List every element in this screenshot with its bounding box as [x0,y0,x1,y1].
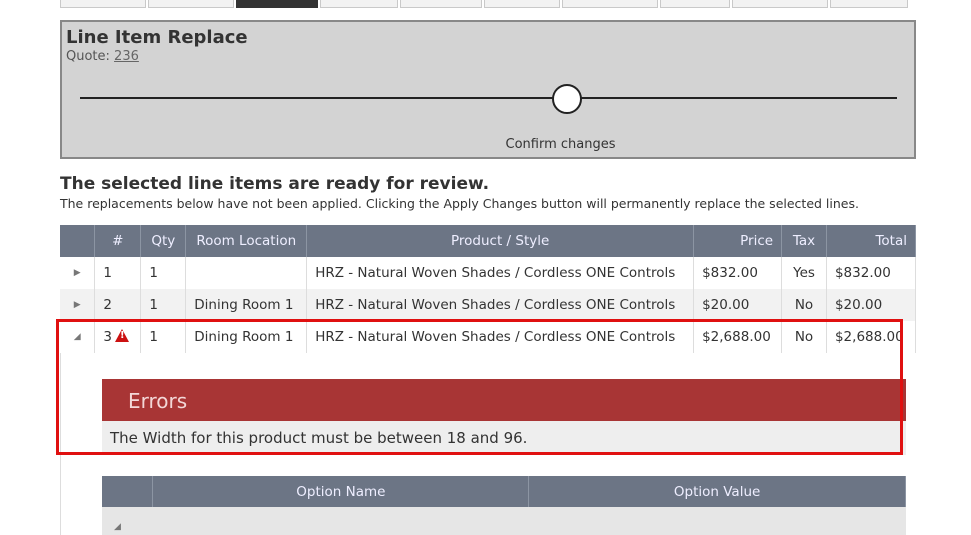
error-highlight-box [56,319,903,455]
wizard-title: Line Item Replace [66,27,248,48]
option-name-cell [152,507,529,535]
quote-link[interactable]: 236 [114,49,139,64]
cell-room: Dining Room 1 [185,289,308,321]
wizard-tab[interactable] [400,0,482,8]
table-header-row: # Qty Room Location Product / Style Pric… [60,225,917,257]
cell-total: $20.00 [826,289,917,321]
cell-number: 1 [94,257,142,289]
wizard-tab[interactable] [320,0,398,8]
cell-qty: 1 [140,257,187,289]
options-table: Option Name Option Value ◢ [102,476,906,535]
col-price[interactable]: Price [693,225,783,257]
cell-total: $832.00 [826,257,917,289]
col-total[interactable]: Total [826,225,917,257]
wizard-tab[interactable] [830,0,908,8]
wizard-tab[interactable] [562,0,658,8]
step-label: Confirm changes [505,137,616,152]
expand-triangle-icon[interactable]: ▶ [60,289,96,321]
col-option-name[interactable]: Option Name [152,476,530,507]
col-tax[interactable]: Tax [781,225,827,257]
cell-price: $832.00 [693,257,783,289]
wizard-panel: Line Item Replace Quote: 236 Confirm cha… [60,20,916,159]
cell-tax: No [781,289,827,321]
col-expand [60,225,96,257]
wizard-tab[interactable] [732,0,828,8]
col-options-expand [102,476,154,507]
review-subtitle: The replacements below have not been app… [60,196,859,211]
expand-triangle-icon[interactable]: ▶ [60,257,96,289]
wizard-tab[interactable] [60,0,146,8]
cell-room [185,257,308,289]
progress-step-indicator[interactable] [552,84,582,114]
table-row[interactable]: ▶ 2 1 Dining Room 1 HRZ - Natural Woven … [60,289,917,321]
wizard-tab[interactable] [484,0,560,8]
review-title: The selected line items are ready for re… [60,174,490,194]
quote-line: Quote: 236 [66,49,139,64]
wizard-tab-active[interactable] [236,0,318,8]
cell-product: HRZ - Natural Woven Shades / Cordless ON… [306,257,695,289]
progress-track [80,97,897,99]
col-option-value[interactable]: Option Value [528,476,906,507]
wizard-tab-strip [60,0,916,8]
wizard-tab[interactable] [660,0,730,8]
options-header-row: Option Name Option Value [102,476,906,507]
option-value-cell [528,507,906,535]
cell-tax: Yes [781,257,827,289]
col-qty[interactable]: Qty [140,225,187,257]
table-row[interactable]: ▶ 1 1 HRZ - Natural Woven Shades / Cordl… [60,257,917,289]
wizard-tab[interactable] [148,0,234,8]
cell-product: HRZ - Natural Woven Shades / Cordless ON… [306,289,695,321]
cell-price: $20.00 [693,289,783,321]
collapse-triangle-icon[interactable]: ◢ [102,507,153,535]
quote-label: Quote: [66,49,110,64]
cell-qty: 1 [140,289,187,321]
cell-number: 2 [94,289,142,321]
col-room-location[interactable]: Room Location [185,225,308,257]
col-number[interactable]: # [94,225,142,257]
col-product-style[interactable]: Product / Style [306,225,695,257]
options-group-row[interactable]: ◢ [102,507,906,535]
